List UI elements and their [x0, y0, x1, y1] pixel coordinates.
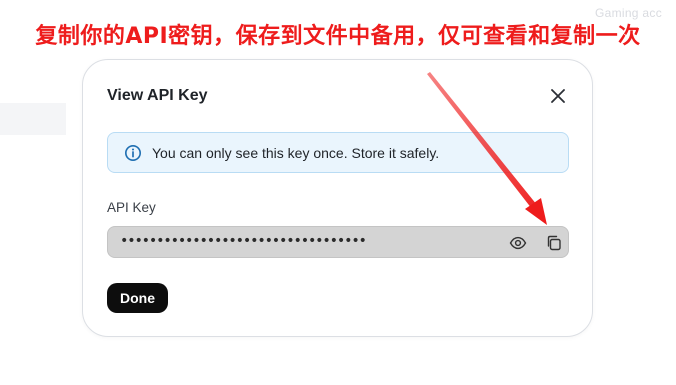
close-icon: [551, 89, 565, 103]
api-key-label: API Key: [107, 200, 156, 215]
background-panel: [0, 103, 66, 135]
close-button[interactable]: [548, 86, 568, 106]
dialog-title: View API Key: [107, 87, 208, 104]
info-text: You can only see this key once. Store it…: [152, 144, 440, 161]
api-key-field[interactable]: ••••••••••••••••••••••••••••••••••: [107, 226, 569, 258]
info-icon: [124, 144, 142, 162]
copy-icon: [547, 235, 561, 251]
info-notice: You can only see this key once. Store it…: [107, 132, 569, 173]
api-key-dialog: View API Key You can only see this key o…: [82, 59, 593, 337]
done-button[interactable]: Done: [107, 283, 168, 313]
copy-key-button[interactable]: [545, 234, 563, 252]
annotation-caption: 复制你的API密钥，保存到文件中备用，仅可查看和复制一次: [35, 24, 641, 49]
reveal-key-button[interactable]: [509, 234, 527, 252]
api-key-value: ••••••••••••••••••••••••••••••••••: [120, 233, 367, 249]
eye-icon: [509, 236, 527, 250]
